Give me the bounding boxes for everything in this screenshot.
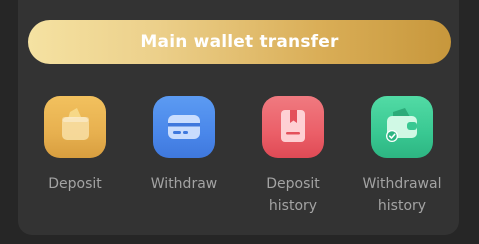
wallet-actions: Deposit Withdraw Deposit history Withdra… <box>0 96 479 236</box>
deposit-history-label: Deposit history <box>266 176 320 214</box>
withdrawal-history-action[interactable]: Withdrawal history <box>347 96 457 217</box>
deposit-history-action[interactable]: Deposit history <box>238 96 348 217</box>
main-wallet-transfer-label: Main wallet transfer <box>140 32 339 52</box>
deposit-action[interactable]: Deposit <box>20 96 130 195</box>
bookmark-history-icon <box>262 96 324 158</box>
main-wallet-transfer-button[interactable]: Main wallet transfer <box>28 20 451 64</box>
deposit-label: Deposit <box>48 176 102 192</box>
card-withdraw-icon <box>153 96 215 158</box>
wallet-check-icon <box>371 96 433 158</box>
withdrawal-history-label: Withdrawal history <box>362 176 442 214</box>
wallet-deposit-icon <box>44 96 106 158</box>
withdraw-action[interactable]: Withdraw <box>129 96 239 195</box>
withdraw-label: Withdraw <box>150 176 218 192</box>
